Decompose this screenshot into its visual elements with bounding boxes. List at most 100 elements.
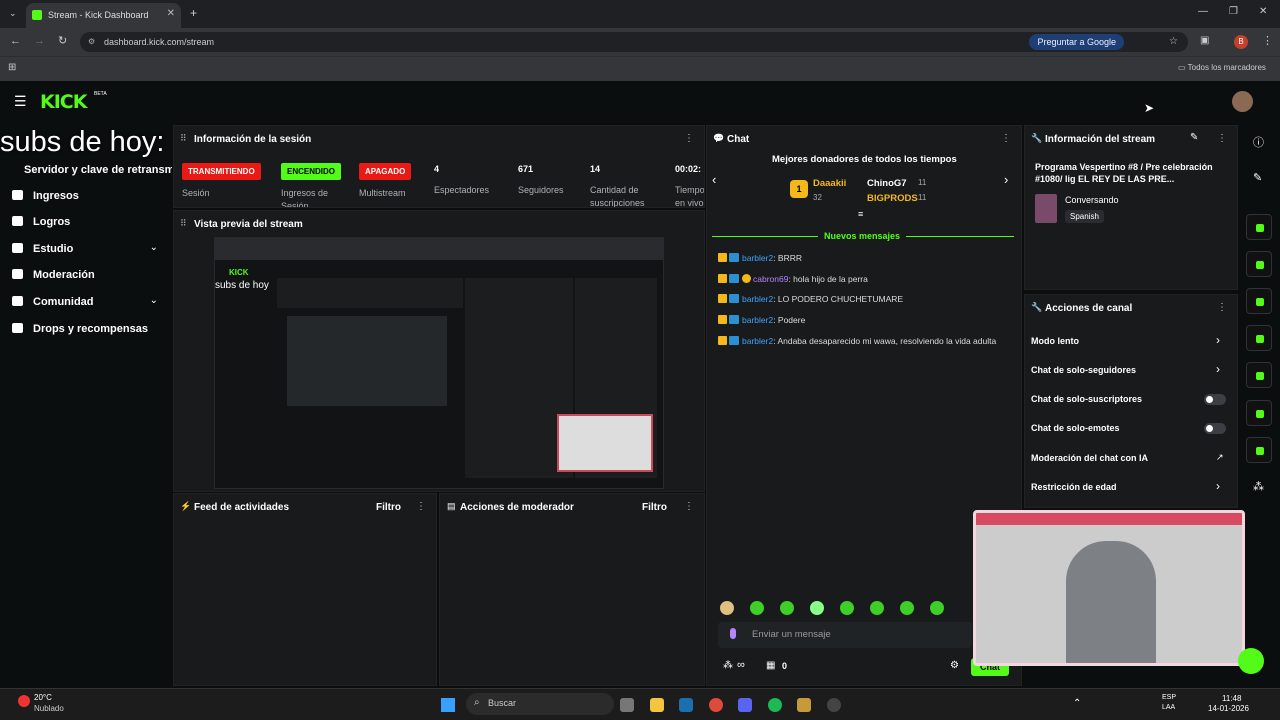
rail-button[interactable] — [1246, 437, 1272, 463]
community-points-icon[interactable]: ⁂ — [723, 660, 733, 671]
panel-menu-icon[interactable]: ⋮ — [416, 501, 426, 512]
bookmark-star-icon[interactable]: ☆ — [1169, 36, 1178, 47]
tab-search-icon[interactable]: ⌄ — [9, 8, 17, 19]
steam-icon[interactable] — [679, 698, 693, 712]
all-bookmarks-folder[interactable]: ▭ Todos los marcadores — [1178, 63, 1266, 72]
donor-name[interactable]: Daaakii — [813, 178, 846, 189]
emote-icon[interactable] — [720, 601, 734, 615]
mic-icon[interactable] — [730, 628, 736, 639]
emote-icon[interactable] — [870, 601, 884, 615]
sidebar-item-drops[interactable]: Drops y recompensas — [12, 323, 148, 335]
sidebar-item-moderacion[interactable]: Moderación — [12, 269, 95, 281]
emote-icon[interactable] — [780, 601, 794, 615]
panel-menu-icon[interactable]: ⋮ — [1217, 302, 1227, 313]
weather-icon[interactable] — [18, 695, 30, 707]
gift-icon[interactable]: ▦ — [766, 660, 775, 671]
obs-icon[interactable] — [827, 698, 841, 712]
chrome-icon[interactable] — [709, 698, 723, 712]
drag-handle-icon[interactable]: ⠿ — [180, 133, 187, 144]
close-tab-icon[interactable]: ✕ — [167, 8, 175, 19]
rail-button[interactable] — [1246, 325, 1272, 351]
chat-message[interactable]: barbler2: Andaba desaparecido mi wawa, r… — [718, 335, 1008, 347]
edit-pencil-icon[interactable]: ✎ — [1190, 132, 1198, 143]
drag-handle-icon[interactable]: ⠿ — [180, 218, 187, 229]
sidebar-stream-key-title[interactable]: Servidor y clave de retransm — [24, 164, 172, 176]
chevron-right-icon[interactable]: › — [1216, 333, 1220, 347]
sidebar-item-estudio[interactable]: Estudio — [12, 243, 73, 255]
profile-avatar[interactable]: B — [1234, 35, 1248, 49]
stream-category[interactable]: Conversando — [1065, 195, 1119, 205]
browser-tab[interactable]: Stream - Kick Dashboard ✕ — [26, 3, 181, 28]
followers-only-option[interactable]: Chat de solo-seguidores — [1031, 365, 1136, 375]
donors-next-icon[interactable]: › — [1004, 172, 1008, 187]
chat-username[interactable]: barbler2 — [742, 253, 773, 263]
new-tab-icon[interactable]: + — [190, 6, 197, 20]
emote-icon[interactable] — [810, 601, 824, 615]
donor-name[interactable]: ChinoG7 — [867, 178, 907, 189]
ask-google-button[interactable]: Preguntar a Google — [1029, 34, 1124, 50]
sidebar-item-ingresos[interactable]: Ingresos — [12, 190, 79, 202]
chat-username[interactable]: barbler2 — [742, 315, 773, 325]
info-icon[interactable]: ⓘ — [1253, 134, 1264, 150]
extensions-icon[interactable]: ▣ — [1200, 35, 1209, 46]
panel-menu-icon[interactable]: ⋮ — [1217, 133, 1227, 144]
ai-moderation-option[interactable]: Moderación del chat con IA — [1031, 453, 1148, 463]
apps-grid-icon[interactable]: ⊞ — [8, 62, 16, 73]
taskbar-search[interactable]: ⌕ Buscar — [466, 693, 614, 715]
file-explorer-icon[interactable] — [650, 698, 664, 712]
back-icon[interactable]: ← — [10, 35, 21, 47]
activity-filter-button[interactable]: Filtro — [376, 502, 401, 513]
rail-button[interactable] — [1246, 251, 1272, 277]
subscribers-only-option[interactable]: Chat de solo-suscriptores — [1031, 394, 1142, 404]
sidebar-item-logros[interactable]: Logros — [12, 216, 70, 228]
collapse-icon[interactable]: ≡ — [858, 209, 863, 219]
app-icon[interactable] — [797, 698, 811, 712]
windows-start-icon[interactable] — [441, 698, 455, 712]
emote-icon[interactable] — [750, 601, 764, 615]
tray-chevron-icon[interactable]: ⌃ — [1073, 698, 1081, 709]
rail-button[interactable] — [1246, 288, 1272, 314]
chat-message[interactable]: barbler2: LO PODERO CHUCHETUMARE — [718, 293, 1008, 305]
hamburger-menu-icon[interactable]: ☰ — [14, 93, 27, 110]
category-thumbnail[interactable] — [1035, 194, 1057, 223]
chat-input[interactable]: Enviar un mensaje — [718, 622, 972, 648]
share-icon[interactable]: ⁂ — [1253, 480, 1264, 493]
language-indicator[interactable]: ESP — [1162, 694, 1176, 701]
forward-icon[interactable]: → — [34, 35, 45, 47]
rail-button[interactable] — [1246, 214, 1272, 240]
sidebar-item-comunidad[interactable]: Comunidad — [12, 296, 94, 308]
minimize-icon[interactable]: — — [1198, 6, 1208, 17]
emote-icon[interactable] — [930, 601, 944, 615]
address-bar[interactable]: ⚙ dashboard.kick.com/stream Preguntar a … — [80, 32, 1188, 52]
panel-menu-icon[interactable]: ⋮ — [1001, 133, 1011, 144]
emote-icon[interactable] — [900, 601, 914, 615]
slow-mode-option[interactable]: Modo lento — [1031, 336, 1079, 346]
emotes-only-toggle[interactable] — [1204, 423, 1226, 434]
chat-username[interactable]: cabron69 — [753, 274, 788, 284]
chat-message[interactable]: barbler2: Podere — [718, 314, 1008, 326]
close-window-icon[interactable]: ✕ — [1259, 6, 1267, 17]
rail-button[interactable] — [1246, 400, 1272, 426]
panel-menu-icon[interactable]: ⋮ — [684, 133, 694, 144]
panel-menu-icon[interactable]: ⋮ — [684, 501, 694, 512]
discord-icon[interactable] — [738, 698, 752, 712]
spotify-icon[interactable] — [768, 698, 782, 712]
emotes-only-option[interactable]: Chat de solo-emotes — [1031, 423, 1120, 433]
task-view-icon[interactable] — [620, 698, 634, 712]
chevron-right-icon[interactable]: › — [1216, 479, 1220, 493]
edit-icon[interactable]: ✎ — [1253, 171, 1262, 184]
clock-time[interactable]: 11:48 — [1222, 694, 1241, 703]
browser-menu-icon[interactable]: ⋮ — [1262, 34, 1273, 47]
mod-filter-button[interactable]: Filtro — [642, 502, 667, 513]
rail-button[interactable] — [1246, 362, 1272, 388]
age-restriction-option[interactable]: Restricción de edad — [1031, 482, 1117, 492]
chevron-right-icon[interactable]: › — [1216, 362, 1220, 376]
maximize-icon[interactable]: ❐ — [1229, 6, 1238, 17]
chevron-down-icon[interactable]: ⌄ — [150, 242, 158, 253]
subscribers-only-toggle[interactable] — [1204, 394, 1226, 405]
chat-settings-icon[interactable]: ⚙ — [950, 660, 959, 671]
chat-message[interactable]: barbler2: BRRR — [718, 252, 1008, 264]
site-info-icon[interactable]: ⚙ — [88, 37, 95, 46]
chat-message[interactable]: cabron69: hola hijo de la perra — [718, 273, 1008, 285]
donors-prev-icon[interactable]: ‹ — [712, 172, 716, 187]
